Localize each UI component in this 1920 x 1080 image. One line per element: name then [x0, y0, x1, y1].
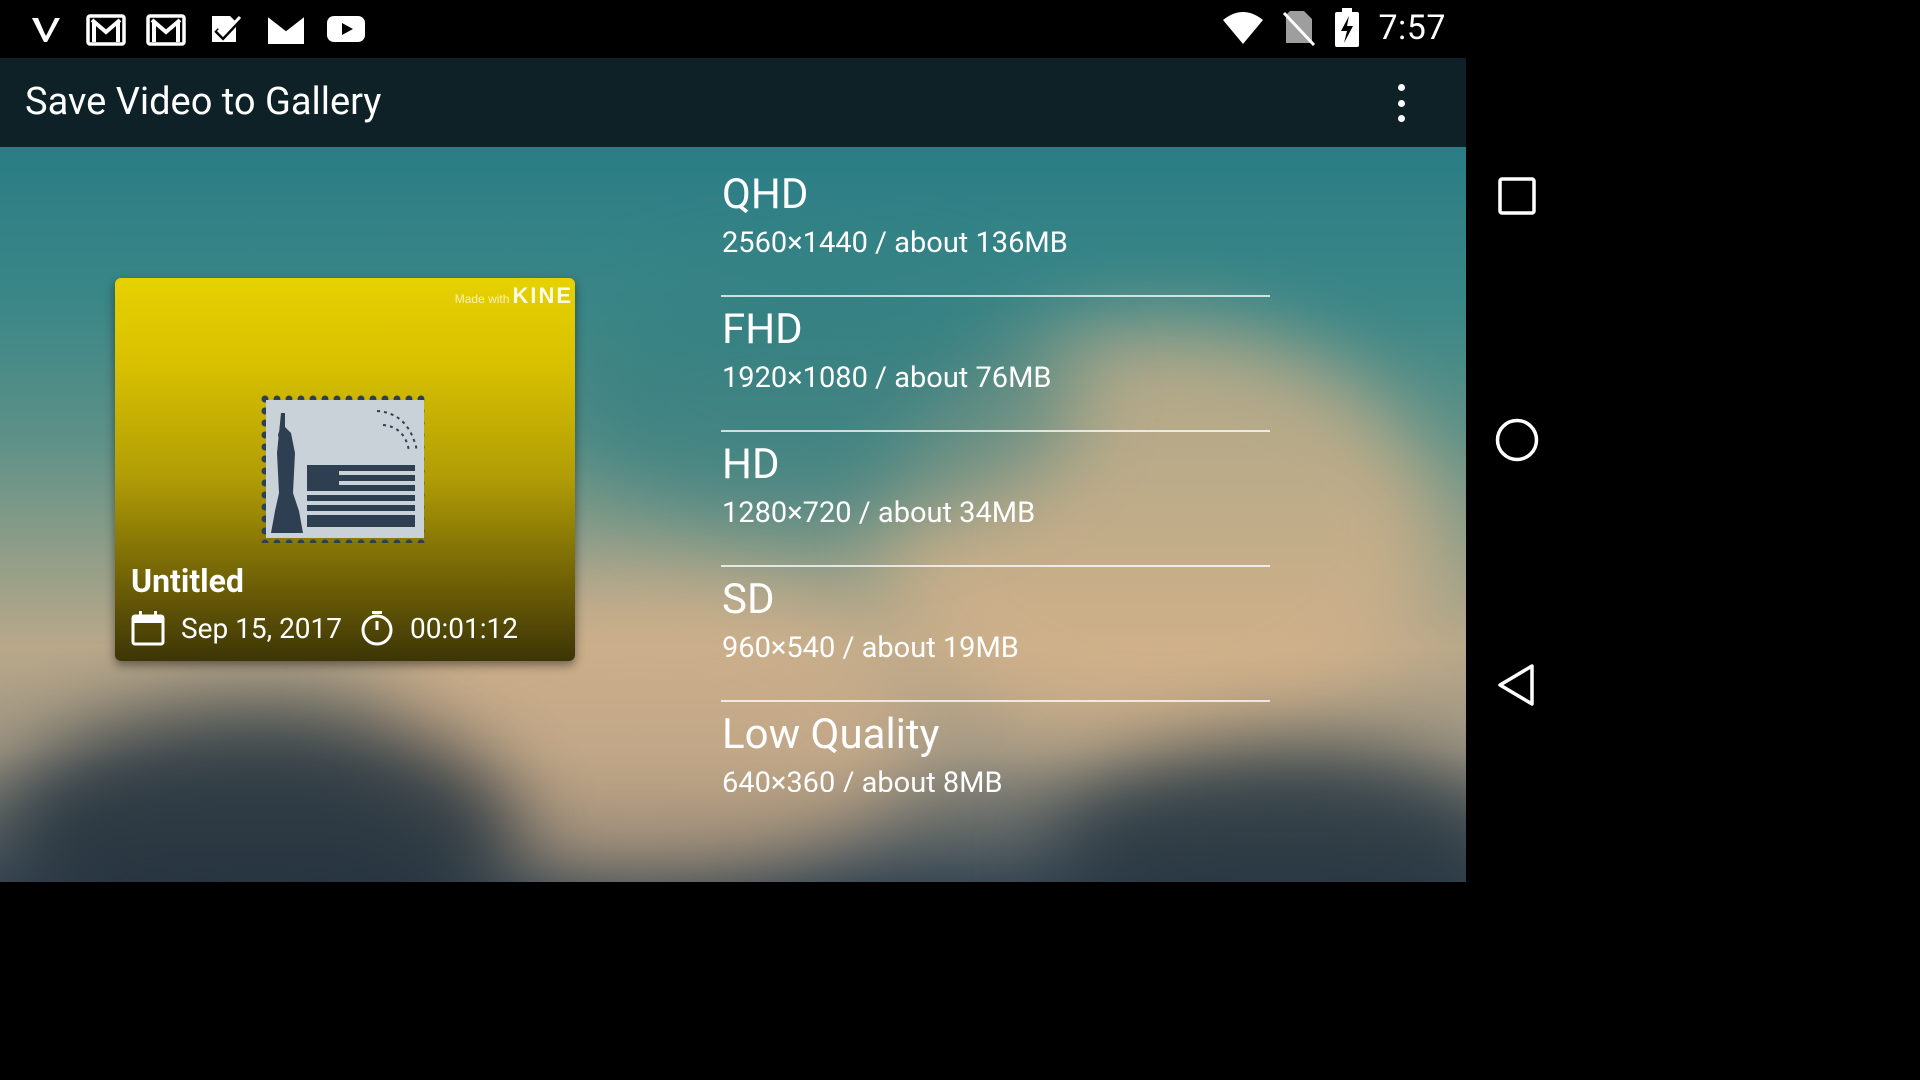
video-duration: 00:01:12 [410, 611, 518, 645]
v-app-icon [26, 10, 66, 48]
video-title: Untitled [131, 562, 244, 600]
quality-option-low[interactable]: Low Quality 640×360 / about 8MB [721, 702, 1270, 792]
status-bar: 7:57 [0, 0, 1466, 58]
home-icon[interactable] [1492, 415, 1542, 465]
more-vert-icon[interactable] [1386, 80, 1416, 126]
quality-option-qhd[interactable]: QHD 2560×1440 / about 136MB [721, 162, 1270, 297]
system-icons: 7:57 [1222, 8, 1446, 48]
quality-name: FHD [722, 305, 803, 354]
quality-option-hd[interactable]: HD 1280×720 / about 34MB [721, 432, 1270, 567]
quality-name: Low Quality [722, 710, 940, 759]
quality-desc: 1280×720 / about 34MB [722, 496, 1036, 530]
gmail-m-icon [266, 10, 306, 48]
battery-charging-icon [1335, 8, 1360, 47]
video-card[interactable]: Made with KINE Untitled Sep 15, 2017 00:… [115, 278, 575, 661]
video-date: Sep 15, 2017 [181, 611, 343, 645]
recents-icon[interactable] [1492, 171, 1542, 221]
quality-name: QHD [722, 170, 809, 219]
quality-list: QHD 2560×1440 / about 136MB FHD 1920×108… [721, 162, 1270, 792]
notification-icons [26, 10, 366, 48]
checkmark-app-icon [206, 10, 246, 48]
quality-name: SD [722, 575, 775, 624]
navigation-bar [1466, 0, 1568, 882]
back-icon[interactable] [1492, 660, 1542, 710]
page-title: Save Video to Gallery [25, 80, 382, 124]
youtube-icon [326, 10, 366, 48]
statue-of-liberty-stamp-icon [261, 395, 429, 543]
gmail-icon [146, 10, 186, 48]
watermark: Made with KINE [454, 283, 573, 308]
quality-name: HD [722, 440, 780, 489]
no-sim-icon [1283, 11, 1316, 47]
quality-desc: 2560×1440 / about 136MB [722, 226, 1068, 260]
gmail-icon [86, 10, 126, 48]
timer-icon [361, 611, 393, 646]
quality-desc: 960×540 / about 19MB [722, 631, 1019, 665]
main-content: Made with KINE Untitled Sep 15, 2017 00:… [0, 147, 1466, 882]
clock: 7:57 [1378, 8, 1446, 48]
quality-desc: 1920×1080 / about 76MB [722, 361, 1052, 395]
wifi-icon [1223, 12, 1264, 44]
quality-option-fhd[interactable]: FHD 1920×1080 / about 76MB [721, 297, 1270, 432]
quality-option-sd[interactable]: SD 960×540 / about 19MB [721, 567, 1270, 702]
video-meta: Sep 15, 2017 00:01:12 [131, 610, 518, 646]
quality-desc: 640×360 / about 8MB [722, 766, 1003, 792]
calendar-icon [131, 611, 165, 646]
app-bar: Save Video to Gallery [0, 58, 1466, 147]
